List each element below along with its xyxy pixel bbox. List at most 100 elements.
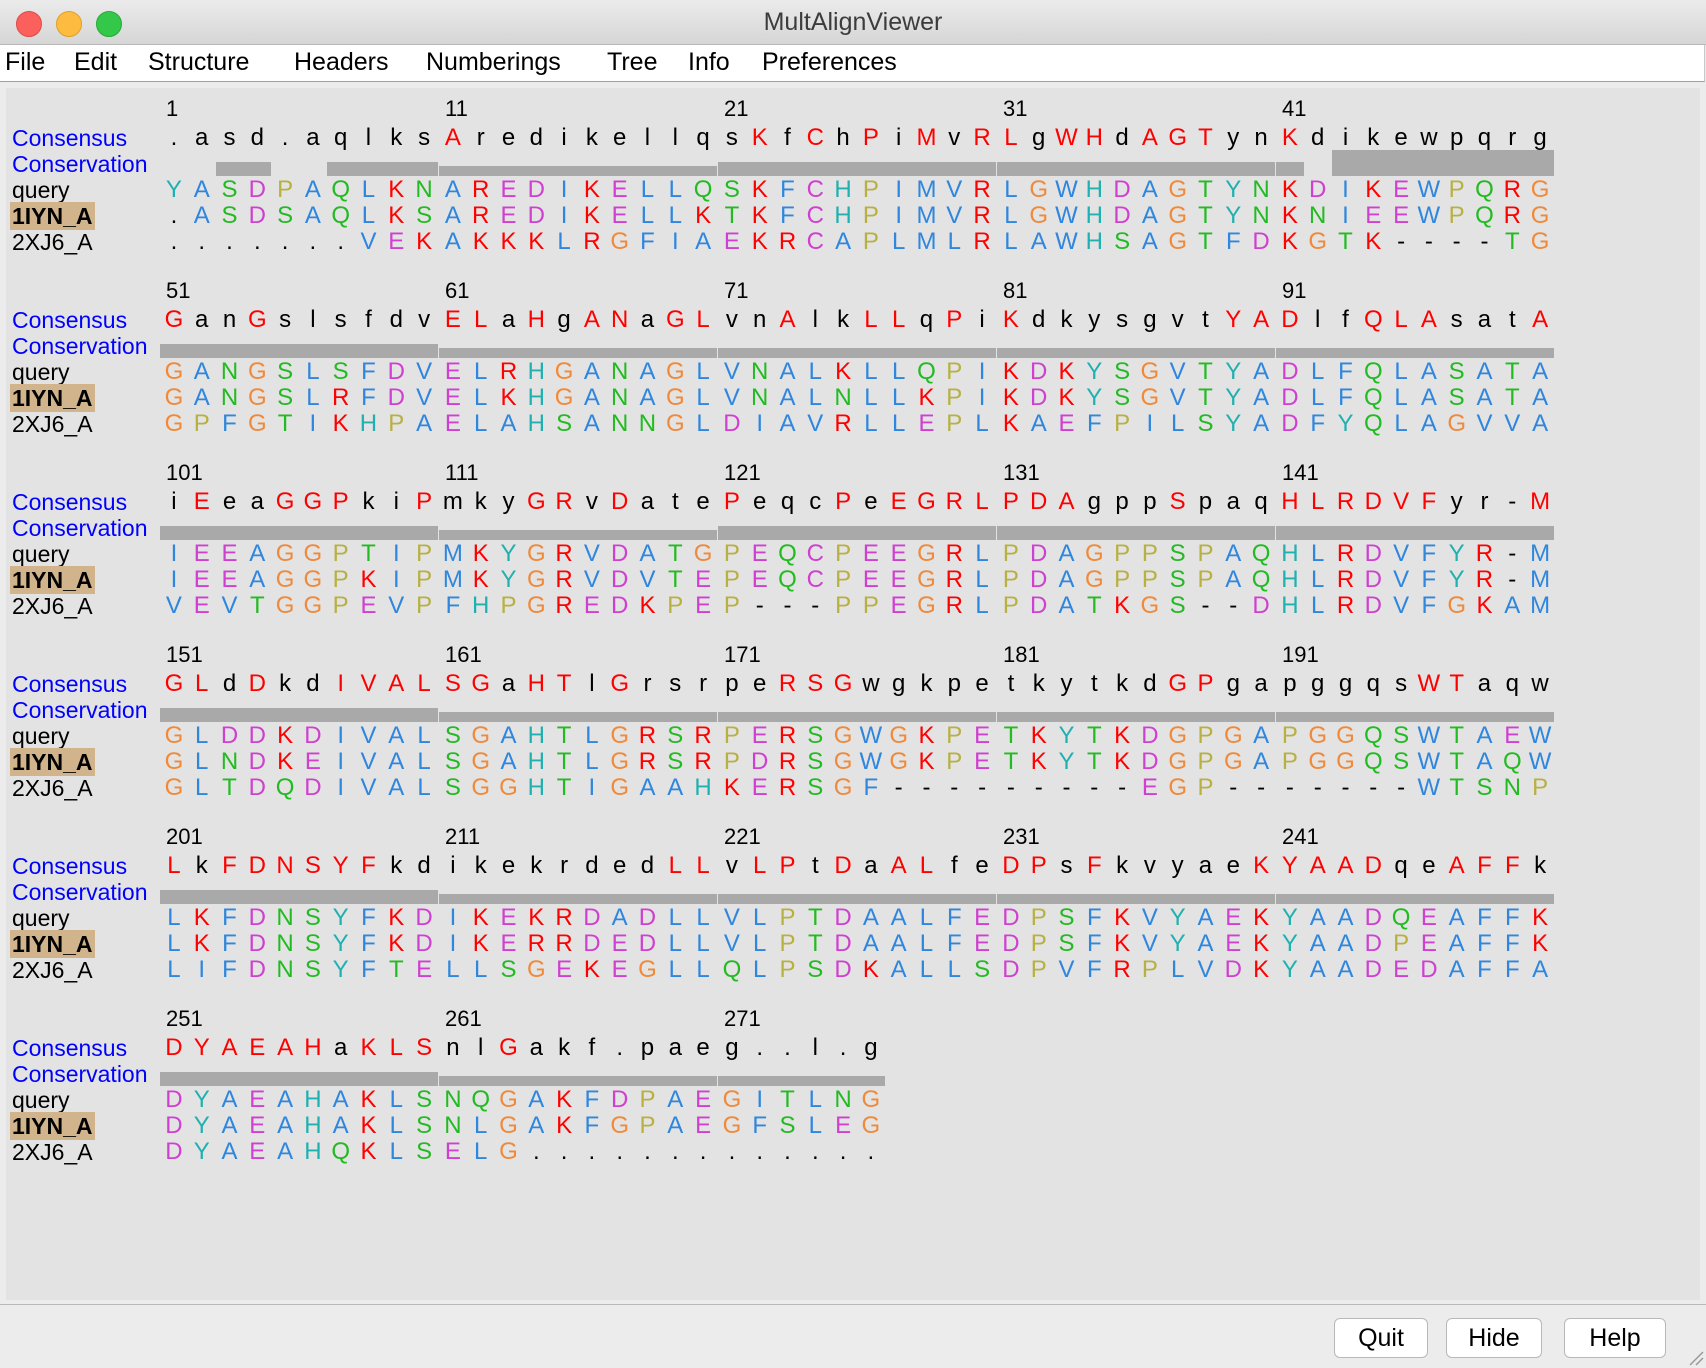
residue: W bbox=[1528, 748, 1552, 775]
sequence-label-2XJ6_A[interactable]: 2XJ6_A bbox=[12, 592, 93, 620]
quit-button[interactable]: Quit bbox=[1334, 1318, 1428, 1358]
sequence-label-2XJ6_A[interactable]: 2XJ6_A bbox=[12, 410, 93, 438]
conservation-bar bbox=[299, 526, 327, 540]
residue: V bbox=[1393, 592, 1410, 619]
residue: T bbox=[1198, 358, 1213, 385]
sequence-label-query[interactable]: query bbox=[12, 358, 70, 386]
other-sequence: ELG....... bbox=[439, 1138, 717, 1166]
menu-headers[interactable]: Headers bbox=[294, 48, 389, 77]
residue: A bbox=[695, 228, 712, 255]
menu-numberings[interactable]: Numberings bbox=[426, 48, 561, 77]
sequence-label-1IYN_A[interactable]: 1IYN_A bbox=[10, 748, 95, 776]
conservation-bar bbox=[410, 1072, 439, 1086]
conservation-bar bbox=[1415, 348, 1443, 358]
residue: G bbox=[499, 1034, 518, 1061]
residue: K bbox=[1002, 384, 1019, 411]
residue: E bbox=[500, 930, 517, 957]
conservation-bar bbox=[1136, 162, 1164, 176]
residue: A bbox=[1420, 358, 1437, 385]
hide-button[interactable]: Hide bbox=[1446, 1318, 1542, 1358]
residue: K bbox=[1476, 592, 1493, 619]
residue: g bbox=[1032, 124, 1046, 151]
residue: S bbox=[1169, 592, 1186, 619]
residue: Y bbox=[193, 1138, 210, 1165]
conservation-bar bbox=[243, 890, 272, 904]
conservation-bar bbox=[1024, 894, 1053, 904]
sequence-label-2XJ6_A[interactable]: 2XJ6_A bbox=[12, 1138, 93, 1166]
residue: A bbox=[667, 1112, 684, 1139]
residue: D bbox=[1002, 930, 1020, 957]
residue: C bbox=[806, 540, 824, 567]
menu-structure[interactable]: Structure bbox=[148, 48, 249, 77]
residue: S bbox=[807, 670, 824, 697]
residue: Y bbox=[1281, 904, 1298, 931]
residue: P bbox=[1448, 176, 1465, 203]
menu-tree[interactable]: Tree bbox=[607, 48, 657, 77]
sequence-label-query[interactable]: query bbox=[12, 1086, 70, 1114]
residue: S bbox=[221, 176, 238, 203]
residue: L bbox=[474, 956, 488, 983]
residue: W bbox=[1528, 722, 1552, 749]
residue: A bbox=[862, 930, 879, 957]
residue: H bbox=[527, 748, 545, 775]
residue: A bbox=[1420, 410, 1437, 437]
resize-grip-icon[interactable] bbox=[1686, 1348, 1704, 1366]
residue: F bbox=[222, 956, 237, 983]
sequence-label-2XJ6_A[interactable]: 2XJ6_A bbox=[12, 228, 93, 256]
reference-sequence: HLRDVFYR-M bbox=[1276, 566, 1554, 594]
conservation-bar bbox=[1191, 162, 1220, 176]
sequence-label-2XJ6_A[interactable]: 2XJ6_A bbox=[12, 774, 93, 802]
residue: A bbox=[249, 566, 266, 593]
sequence-label-1IYN_A[interactable]: 1IYN_A bbox=[10, 1112, 95, 1140]
sequence-label-1IYN_A[interactable]: 1IYN_A bbox=[10, 202, 95, 230]
consensus-sequence: sKfChPiMvR bbox=[718, 124, 996, 152]
conservation-bar bbox=[1191, 526, 1220, 540]
sequence-label-query[interactable]: query bbox=[12, 722, 70, 750]
residue: K bbox=[360, 1112, 377, 1139]
sequence-label-2XJ6_A[interactable]: 2XJ6_A bbox=[12, 956, 93, 984]
residue: s bbox=[1060, 852, 1073, 879]
sequence-label-query[interactable]: query bbox=[12, 904, 70, 932]
residue: g bbox=[1143, 306, 1157, 333]
residue: K bbox=[862, 956, 879, 983]
residue: P bbox=[946, 306, 963, 333]
conservation-bar bbox=[1442, 150, 1471, 176]
residue: D bbox=[165, 1034, 183, 1061]
conservation-bar bbox=[968, 526, 997, 540]
residue: a bbox=[640, 488, 655, 515]
sequence-label-1IYN_A[interactable]: 1IYN_A bbox=[10, 930, 95, 958]
menu-edit[interactable]: Edit bbox=[74, 48, 117, 77]
residue: P bbox=[862, 176, 879, 203]
residue: a bbox=[1198, 852, 1213, 879]
sequence-label-1IYN_A[interactable]: 1IYN_A bbox=[10, 384, 95, 412]
conservation-bar bbox=[801, 348, 830, 358]
residue: G bbox=[471, 774, 491, 801]
menu-info[interactable]: Info bbox=[688, 48, 730, 77]
sequence-label-1IYN_A[interactable]: 1IYN_A bbox=[10, 566, 95, 594]
residue: M bbox=[916, 176, 937, 203]
residue: V bbox=[360, 748, 377, 775]
reference-sequence: PGGQSWTAQW bbox=[1276, 748, 1554, 776]
residue: F bbox=[1421, 592, 1437, 619]
residue: Q bbox=[331, 1138, 351, 1165]
residue: H bbox=[304, 1034, 322, 1061]
conservation-bar bbox=[884, 712, 913, 722]
residue: P bbox=[723, 540, 740, 567]
conservation-bar bbox=[494, 1076, 523, 1086]
sequence-label-query[interactable]: query bbox=[12, 540, 70, 568]
residue: L bbox=[892, 228, 906, 255]
residue: V bbox=[723, 384, 740, 411]
menu-file[interactable]: File bbox=[5, 48, 45, 77]
residue: q bbox=[696, 124, 710, 151]
sequence-label-query[interactable]: query bbox=[12, 176, 70, 204]
residue: R bbox=[973, 124, 991, 151]
menu-preferences[interactable]: Preferences bbox=[762, 48, 897, 77]
help-button[interactable]: Help bbox=[1564, 1318, 1666, 1358]
conservation-bar bbox=[605, 530, 634, 540]
residue: D bbox=[165, 1138, 183, 1165]
residue: P bbox=[1393, 930, 1410, 957]
residue: D bbox=[1364, 566, 1382, 593]
residue: i bbox=[979, 306, 985, 333]
residue: H bbox=[1085, 228, 1103, 255]
residue: F bbox=[1477, 904, 1492, 931]
